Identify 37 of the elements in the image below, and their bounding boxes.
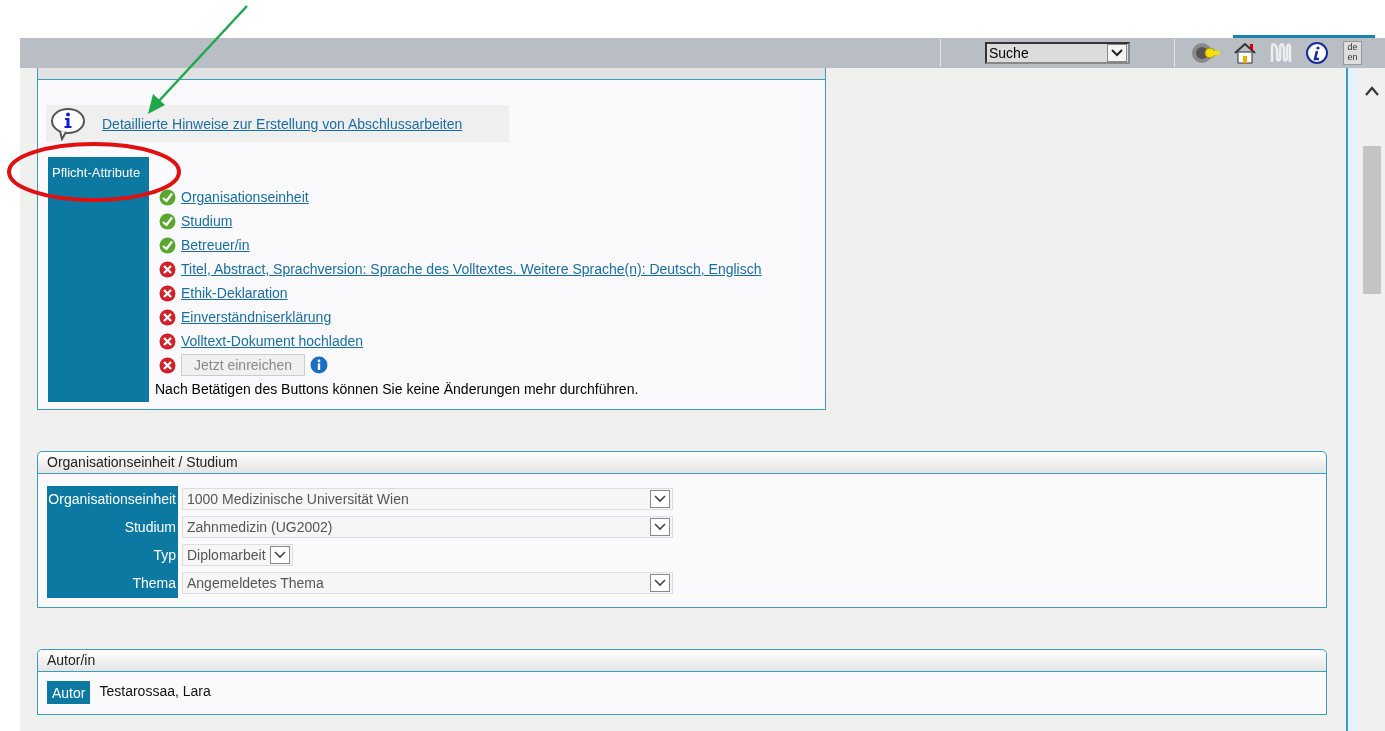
dropdown-field[interactable]: Diplomarbeit (182, 544, 293, 566)
dropdown-field[interactable]: Zahnmedizin (UG2002) (182, 516, 673, 538)
checklist-link[interactable]: Studium (181, 213, 233, 229)
info-bubble-icon (50, 106, 88, 141)
language-toggle[interactable]: de en (1343, 41, 1362, 65)
caret-icon (1111, 49, 1123, 57)
author-name: Testarossaa, Lara (99, 682, 211, 699)
scroll-thumb[interactable] (1363, 146, 1381, 294)
caret-icon (274, 551, 286, 559)
submit-note: Nach Betätigen des Buttons können Sie keine Änderungen mehr durchführen. (155, 381, 640, 397)
checklist-link[interactable]: Ethik-Deklaration (181, 285, 288, 301)
field-label: Typ (152, 546, 177, 565)
checklist-link[interactable]: Betreuer/in (181, 237, 250, 253)
field-label: Autor (47, 681, 91, 704)
panel-title: Organisationseinheit / Studium (38, 452, 1326, 474)
scroll-up-icon[interactable] (1365, 86, 1379, 96)
caret-icon (654, 523, 666, 531)
caret-icon (654, 579, 666, 587)
search-select[interactable]: Suche (985, 42, 1130, 64)
scrollbar[interactable] (1346, 68, 1385, 731)
checklist-link[interactable]: Einverständniserklärung (181, 309, 332, 325)
checklist-link[interactable]: Titel, Abstract, Sprachversion: Sprache des Volltextes. Weitere Sprache(n): Deutsch, Englisch (181, 261, 762, 277)
field-label: Studium (123, 518, 177, 537)
field-label: Thema (131, 574, 177, 593)
home-icon[interactable] (1233, 41, 1257, 65)
dropdown-field[interactable]: 1000 Medizinische Universität Wien (182, 488, 673, 510)
key-icon[interactable] (1191, 41, 1221, 65)
panel-title: Autor/in (38, 650, 1326, 672)
info-icon[interactable] (310, 356, 329, 374)
info-icon[interactable] (1305, 41, 1329, 65)
caret-icon (654, 495, 666, 503)
checklist-link[interactable]: Organisationseinheit (181, 189, 309, 205)
guidelines-link[interactable]: Detaillierte Hinweise zur Erstellung von Abschlussarbeiten (102, 115, 469, 132)
checklist-link[interactable]: Volltext-Dokument hochladen (181, 333, 364, 349)
section-label: Pflicht-Attribute (48, 157, 149, 402)
dropdown-field[interactable]: Angemeldetes Thema (182, 572, 673, 594)
field-label: Organisationseinheit (47, 490, 177, 509)
